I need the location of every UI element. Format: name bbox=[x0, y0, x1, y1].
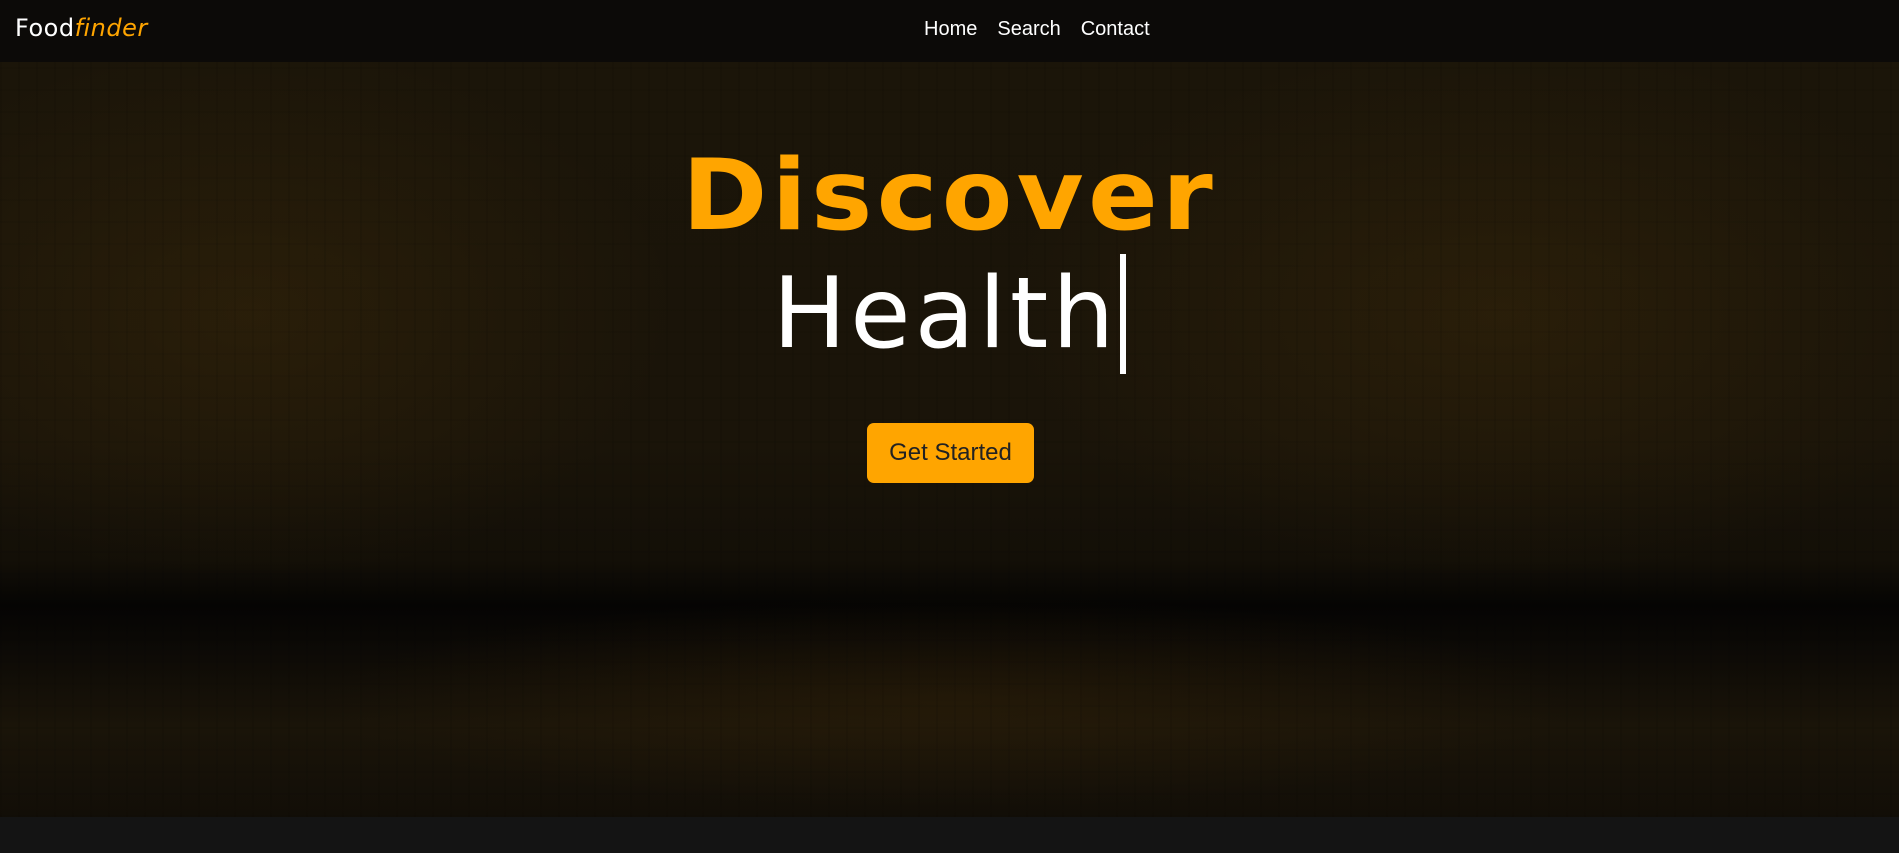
hero-section: Discover Health Get Started bbox=[0, 62, 1899, 817]
hero-headline-discover: Discover bbox=[682, 139, 1217, 253]
hero-headline-wrap: Health bbox=[0, 254, 1899, 374]
nav-links: Home Search Contact bbox=[924, 17, 1150, 41]
footer-strip bbox=[0, 817, 1899, 853]
nav-link-home[interactable]: Home bbox=[924, 17, 977, 41]
navbar: Foodfinder Home Search Contact bbox=[0, 0, 1899, 62]
brand-logo[interactable]: Foodfinder bbox=[15, 14, 148, 42]
brand-logo-finder: finder bbox=[74, 14, 148, 42]
nav-link-contact[interactable]: Contact bbox=[1081, 17, 1150, 41]
page: Discover Health Get Started Foodfinder H… bbox=[0, 0, 1899, 853]
nav-link-search[interactable]: Search bbox=[997, 17, 1060, 41]
brand-logo-food: Food bbox=[15, 14, 75, 42]
hero-headline-typed: Health bbox=[773, 254, 1127, 374]
get-started-button[interactable]: Get Started bbox=[867, 423, 1034, 483]
